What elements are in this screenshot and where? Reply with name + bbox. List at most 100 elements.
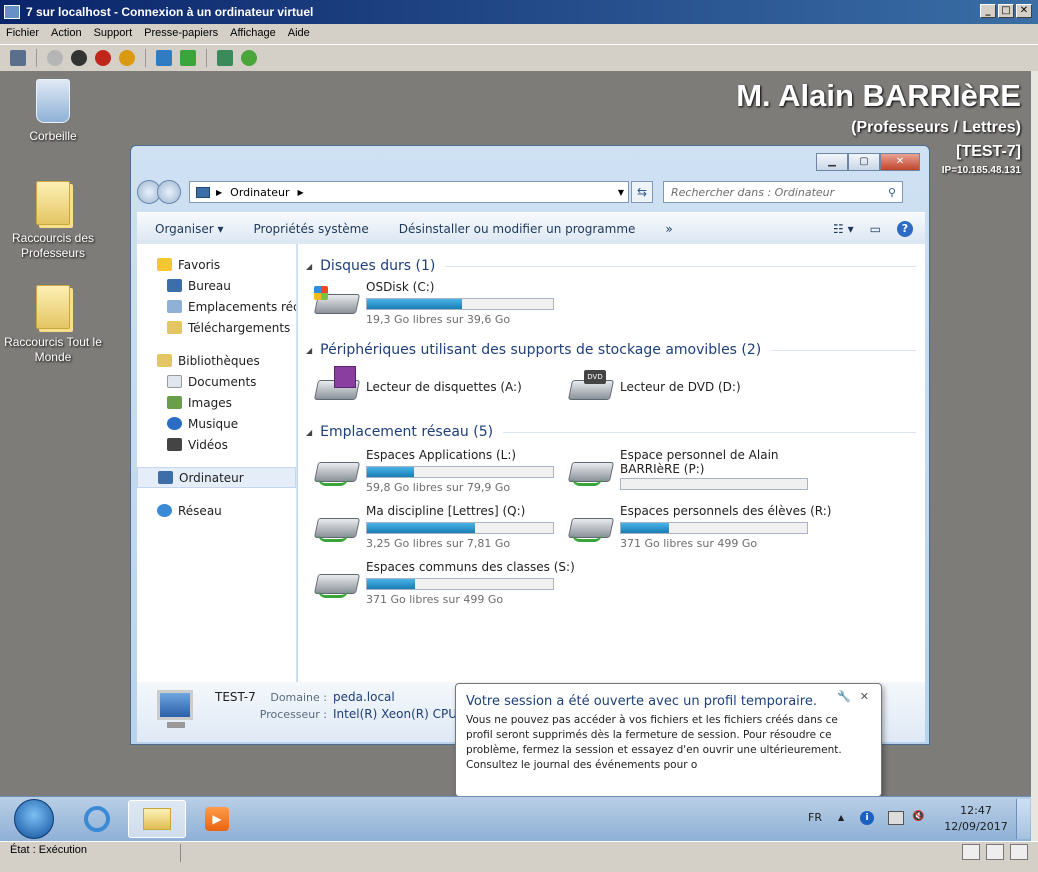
drive-floppy[interactable]: Lecteur de disquettes (A:) xyxy=(312,366,522,414)
content-pane: ◢ Disques durs (1) OSDisk (C:) 19,3 Go l… xyxy=(298,244,925,682)
desktop-icon-label: Raccourcis des Professeurs xyxy=(11,231,95,260)
network-drive-icon xyxy=(566,504,616,544)
nav-libraries[interactable]: Bibliothèques xyxy=(137,350,296,371)
system-properties-button[interactable]: Propriétés système xyxy=(254,222,369,236)
info-notification-icon[interactable]: i xyxy=(860,811,874,825)
show-hidden-icons-icon[interactable]: ▲ xyxy=(838,813,844,822)
monitor-stand xyxy=(167,722,185,728)
free-space: 19,3 Go libres sur 39,6 Go xyxy=(366,313,511,326)
taskbar-internet-explorer[interactable] xyxy=(68,800,126,838)
close-button[interactable]: ✕ xyxy=(880,153,920,171)
start-button[interactable] xyxy=(14,799,54,839)
group-removable-storage[interactable]: ◢ Périphériques utilisant des supports d… xyxy=(306,342,916,358)
organize-button[interactable]: Organiser ▾ xyxy=(155,222,224,236)
desktop-icon-everyone-shortcuts[interactable]: Raccourcis Tout le Monde xyxy=(3,285,103,365)
clock[interactable]: 12:47 12/09/2017 xyxy=(940,803,1012,835)
menu-support[interactable]: Support xyxy=(94,27,133,39)
taskbar-media-player[interactable]: ▶ xyxy=(188,800,246,838)
uninstall-program-button[interactable]: Désinstaller ou modifier un programme xyxy=(399,222,636,236)
drive-discipline[interactable]: Ma discipline [Lettres] (Q:) 3,25 Go lib… xyxy=(312,504,554,552)
drive-osdisk[interactable]: OSDisk (C:) 19,3 Go libres sur 39,6 Go xyxy=(312,280,554,328)
nav-videos[interactable]: Vidéos xyxy=(137,434,296,455)
capacity-fill xyxy=(367,579,416,589)
capacity-fill xyxy=(367,523,475,533)
status-separator xyxy=(180,844,181,862)
pause-icon[interactable] xyxy=(156,49,172,66)
minimize-button[interactable]: _ xyxy=(980,4,996,18)
view-options-icon[interactable]: ☷ ▾ xyxy=(833,222,854,236)
nav-network[interactable]: Réseau xyxy=(137,500,296,521)
group-network-locations[interactable]: ◢ Emplacement réseau (5) xyxy=(306,424,916,440)
host-window-title: 7 sur localhost - Connexion à un ordinat… xyxy=(26,5,314,19)
lock-icon xyxy=(1010,844,1028,860)
desktop-icon-teacher-shortcuts[interactable]: Raccourcis des Professeurs xyxy=(3,181,103,261)
taskbar-windows-explorer[interactable] xyxy=(128,800,186,838)
folder-icon xyxy=(36,181,70,225)
desktop-icon-recycle-bin[interactable]: Corbeille xyxy=(3,79,103,144)
nav-bureau[interactable]: Bureau xyxy=(137,275,296,296)
processor-value: Intel(R) Xeon(R) CPU xyxy=(333,707,458,721)
snapshot-icon[interactable] xyxy=(217,49,233,66)
stop-icon[interactable] xyxy=(71,49,87,66)
revert-icon[interactable] xyxy=(241,49,257,66)
start-icon[interactable] xyxy=(47,49,63,66)
drive-apps[interactable]: Espaces Applications (L:) 59,8 Go libres… xyxy=(312,448,554,496)
shutdown-icon[interactable] xyxy=(95,49,111,66)
search-icon[interactable]: ⚲ xyxy=(888,186,896,199)
menu-affichage[interactable]: Affichage xyxy=(230,27,276,39)
options-icon[interactable]: 🔧 xyxy=(837,690,851,703)
menu-presse-papiers[interactable]: Presse-papiers xyxy=(144,27,218,39)
address-path[interactable]: Ordinateur xyxy=(230,186,289,199)
maximize-button[interactable]: □ xyxy=(998,4,1014,18)
maximize-button[interactable]: ▢ xyxy=(848,153,880,171)
forward-button[interactable] xyxy=(157,180,181,204)
resume-icon[interactable] xyxy=(180,49,196,66)
desktop-icon-label: Raccourcis Tout le Monde xyxy=(4,335,102,364)
network-drive-icon xyxy=(566,448,616,488)
folder-icon xyxy=(36,285,70,329)
close-button[interactable]: ✕ xyxy=(1016,4,1032,18)
collapse-triangle-icon[interactable]: ◢ xyxy=(306,428,312,437)
free-space: 3,25 Go libres sur 7,81 Go xyxy=(366,537,511,550)
drive-name: Espaces personnels des élèves (R:) xyxy=(620,504,832,518)
drive-classes[interactable]: Espaces communs des classes (S:) 371 Go … xyxy=(312,560,575,608)
refresh-button[interactable]: ⇆ xyxy=(631,181,653,203)
close-icon[interactable]: ✕ xyxy=(860,690,869,703)
volume-muted-icon[interactable]: 🔇 xyxy=(912,811,928,825)
drive-personal[interactable]: Espace personnel de Alain BARRIèRE (P:) xyxy=(566,448,808,496)
nav-computer[interactable]: Ordinateur xyxy=(137,467,296,488)
drive-name: OSDisk (C:) xyxy=(366,280,435,294)
show-desktop-button[interactable] xyxy=(1016,799,1030,839)
nav-music[interactable]: Musique xyxy=(137,413,296,434)
more-commands-button[interactable]: » xyxy=(665,222,672,236)
preview-pane-icon[interactable]: ▭ xyxy=(870,222,881,236)
search-input[interactable]: Rechercher dans : Ordinateur ⚲ xyxy=(663,181,903,203)
menu-aide[interactable]: Aide xyxy=(288,27,310,39)
power-icon[interactable] xyxy=(119,49,135,66)
network-status-icon[interactable] xyxy=(888,811,904,825)
menu-action[interactable]: Action xyxy=(51,27,82,39)
collapse-triangle-icon[interactable]: ◢ xyxy=(306,346,312,355)
drive-dvd[interactable]: DVD Lecteur de DVD (D:) xyxy=(566,366,741,414)
collapse-triangle-icon[interactable]: ◢ xyxy=(306,262,312,271)
nav-images[interactable]: Images xyxy=(137,392,296,413)
capacity-bar xyxy=(620,478,808,490)
language-indicator[interactable]: FR xyxy=(808,811,822,824)
chevron-down-icon[interactable]: ▼ xyxy=(618,188,624,197)
notification-balloon[interactable]: 🔧 ✕ Votre session a été ouverte avec un … xyxy=(455,683,882,796)
host-scrollbar[interactable] xyxy=(1031,71,1038,841)
drive-students[interactable]: Espaces personnels des élèves (R:) 371 G… xyxy=(566,504,831,552)
nav-favorites[interactable]: Favoris xyxy=(137,254,296,275)
group-hard-disks[interactable]: ◢ Disques durs (1) xyxy=(306,258,916,274)
ctrl-alt-del-icon[interactable] xyxy=(10,49,26,66)
windows-logo-icon xyxy=(314,286,328,300)
internet-explorer-icon xyxy=(84,806,110,832)
nav-recent-places[interactable]: Emplacements récer xyxy=(137,296,296,317)
help-icon[interactable]: ? xyxy=(897,220,913,237)
address-bar[interactable]: ▶ Ordinateur ▶ ▼ xyxy=(189,181,629,203)
recent-places-icon xyxy=(167,300,182,313)
nav-documents[interactable]: Documents xyxy=(137,371,296,392)
menu-fichier[interactable]: Fichier xyxy=(6,27,39,39)
nav-downloads[interactable]: Téléchargements xyxy=(137,317,296,338)
minimize-button[interactable]: ▁ xyxy=(816,153,848,171)
